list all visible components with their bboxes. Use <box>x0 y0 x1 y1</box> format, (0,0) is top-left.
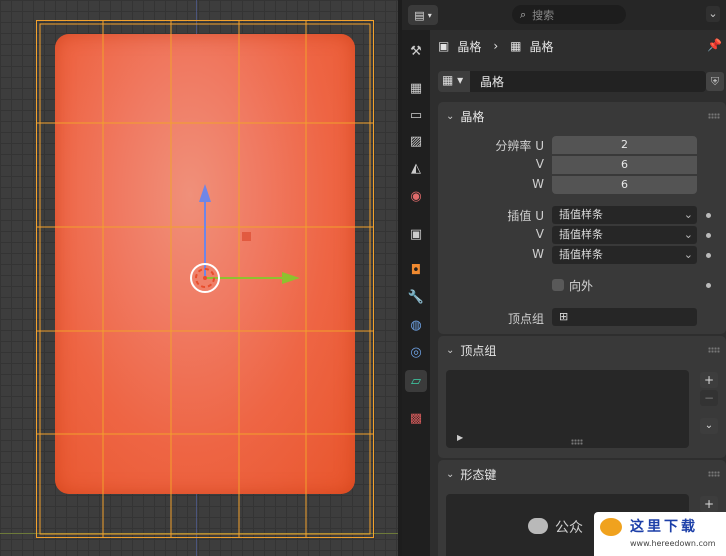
breadcrumb-data: 晶格 <box>529 39 554 54</box>
resolution-u-label: 分辨率 U <box>495 139 544 153</box>
interpolation-v-label: V <box>535 227 544 241</box>
resolution-u-field[interactable]: 2 <box>552 136 697 154</box>
expand-triangle-icon[interactable]: ▶ <box>457 433 463 442</box>
collapse-button[interactable]: ⌄ <box>706 6 720 22</box>
search-placeholder: 搜索 <box>532 8 555 22</box>
view-layer-icon[interactable]: ▨ <box>405 130 427 152</box>
vertex-group-icon: ⊞ <box>559 310 569 323</box>
vertex-groups-panel: ⌄ 顶点组 ▶ + − ⌄ <box>438 336 726 458</box>
shape-keys-panel-header[interactable]: ⌄ 形态键 <box>438 460 726 488</box>
properties-tab-bar: ⚒ ▦ ▭ ▨ ◭ ◉ ▣ ◘ 🔧 ◍ ◎ ▱ ▩ <box>402 30 430 556</box>
properties-content: ▣ 晶格 › ▦ 晶格 📌 ▦ ▾ 晶格 ⛨ ⌄ 晶格 分辨率 U 2 V 6 … <box>430 30 726 556</box>
list-resize-handle-icon[interactable] <box>571 439 583 445</box>
tool-icon[interactable]: ⚒ <box>405 40 427 62</box>
z-arrow-head <box>199 184 211 202</box>
output-icon[interactable]: ▭ <box>405 104 427 126</box>
drag-handle-icon[interactable] <box>708 347 720 353</box>
interpolation-u-value: 插值样条 <box>559 208 603 221</box>
resolution-v-field[interactable]: 6 <box>552 156 697 174</box>
vertex-groups-panel-header[interactable]: ⌄ 顶点组 <box>438 336 726 364</box>
drag-handle-icon[interactable] <box>708 471 720 477</box>
interpolation-v-select[interactable]: 插值样条 ⌄ <box>552 226 697 244</box>
world-icon[interactable]: ◉ <box>405 185 427 207</box>
interpolation-u-select[interactable]: 插值样条 ⌄ <box>552 206 697 224</box>
editor-type-button[interactable]: ▤ ▾ <box>408 5 438 25</box>
site-logo-icon <box>600 518 622 536</box>
breadcrumb: ▣ 晶格 › ▦ 晶格 <box>438 36 554 56</box>
panel-title: 晶格 <box>460 109 485 124</box>
3d-viewport[interactable] <box>0 0 398 556</box>
outside-checkbox[interactable] <box>552 279 564 291</box>
breadcrumb-object: 晶格 <box>457 39 482 54</box>
interpolation-v-value: 插值样条 <box>559 228 603 241</box>
resolution-w-field[interactable]: 6 <box>552 176 697 194</box>
chevron-down-icon: ⌄ <box>683 248 693 261</box>
interpolation-w-label: W <box>532 247 544 261</box>
keyframe-dot[interactable] <box>706 233 711 238</box>
remove-vertex-group-button[interactable]: − <box>700 390 718 406</box>
properties-icon: ▤ <box>414 8 425 22</box>
object-type-icon: ▣ <box>438 39 450 53</box>
keyframe-dot[interactable] <box>706 253 711 258</box>
add-shape-key-button[interactable]: + <box>700 496 718 512</box>
vertex-group-list[interactable]: ▶ <box>446 370 689 448</box>
wechat-text: 公众 <box>555 520 583 536</box>
lattice-data-icon[interactable]: ▱ <box>405 370 427 392</box>
modifier-wrench-icon[interactable]: 🔧 <box>405 286 427 308</box>
lattice-icon: ▦ <box>510 39 522 53</box>
interpolation-u-label: 插值 U <box>507 209 544 223</box>
vertex-group-label: 顶点组 <box>507 312 544 326</box>
object-icon[interactable]: ◘ <box>405 259 427 281</box>
texture-icon[interactable]: ▩ <box>405 407 427 429</box>
panel-title: 形态键 <box>460 467 497 482</box>
datablock-name-field[interactable]: 晶格 <box>470 71 706 92</box>
site-name: 这里下载 <box>630 519 698 535</box>
transform-gizmo[interactable] <box>180 180 310 310</box>
search-input[interactable]: ⌕ 搜索 <box>512 5 626 24</box>
chevron-down-icon: ⌄ <box>683 208 693 221</box>
y-arrow-head <box>282 272 300 284</box>
keyframe-dot[interactable] <box>706 283 711 288</box>
drag-handle-icon[interactable] <box>708 113 720 119</box>
lattice-browse-icon[interactable]: ▦ ▾ <box>442 73 463 87</box>
lattice-panel-header[interactable]: ⌄ 晶格 <box>438 102 726 130</box>
datablock-selector[interactable]: ▦ ▾ 晶格 <box>438 71 706 92</box>
chevron-down-icon: ⌄ <box>683 228 693 241</box>
chevron-down-icon: ⌄ <box>446 468 455 480</box>
search-icon: ⌕ <box>520 7 527 21</box>
keyframe-dot[interactable] <box>706 213 711 218</box>
vertex-group-field[interactable]: ⊞ <box>552 308 697 326</box>
particles-icon[interactable]: ◍ <box>405 314 427 336</box>
object-origin-marker <box>242 232 251 241</box>
breadcrumb-separator-icon: › <box>493 39 499 53</box>
interpolation-w-value: 插值样条 <box>559 248 603 261</box>
properties-header: ▤ ▾ ⌕ 搜索 ⌄ <box>402 0 726 30</box>
chevron-down-icon: ⌄ <box>446 110 455 122</box>
interpolation-w-select[interactable]: 插值样条 ⌄ <box>552 246 697 264</box>
chevron-down-icon: ⌄ <box>446 344 455 356</box>
panel-title: 顶点组 <box>460 343 497 358</box>
vertex-group-menu-button[interactable]: ⌄ <box>700 418 718 434</box>
physics-icon[interactable]: ◎ <box>405 341 427 363</box>
pin-icon[interactable]: 📌 <box>707 38 722 52</box>
resolution-w-label: W <box>532 177 544 191</box>
outside-label: 向外 <box>569 279 594 293</box>
watermark: 公众 这里下载 www.hereedown.com <box>520 512 726 556</box>
collection-icon[interactable]: ▣ <box>405 223 427 245</box>
fake-user-shield-icon[interactable]: ⛨ <box>706 72 724 91</box>
wechat-icon <box>528 518 548 534</box>
site-url: www.hereedown.com <box>630 539 716 548</box>
resolution-v-label: V <box>535 157 544 171</box>
render-icon[interactable]: ▦ <box>405 77 427 99</box>
scene-icon[interactable]: ◭ <box>405 157 427 179</box>
chevron-down-icon: ▾ <box>427 10 432 20</box>
add-vertex-group-button[interactable]: + <box>700 372 718 388</box>
site-logo-badge: 这里下载 www.hereedown.com <box>594 512 726 556</box>
lattice-panel: ⌄ 晶格 分辨率 U 2 V 6 W 6 插值 U 插值样条 ⌄ V 插值样条 … <box>438 102 726 334</box>
properties-editor: ▤ ▾ ⌕ 搜索 ⌄ ⚒ ▦ ▭ ▨ ◭ ◉ ▣ ◘ 🔧 ◍ ◎ ▱ ▩ ▣ 晶… <box>402 0 726 556</box>
